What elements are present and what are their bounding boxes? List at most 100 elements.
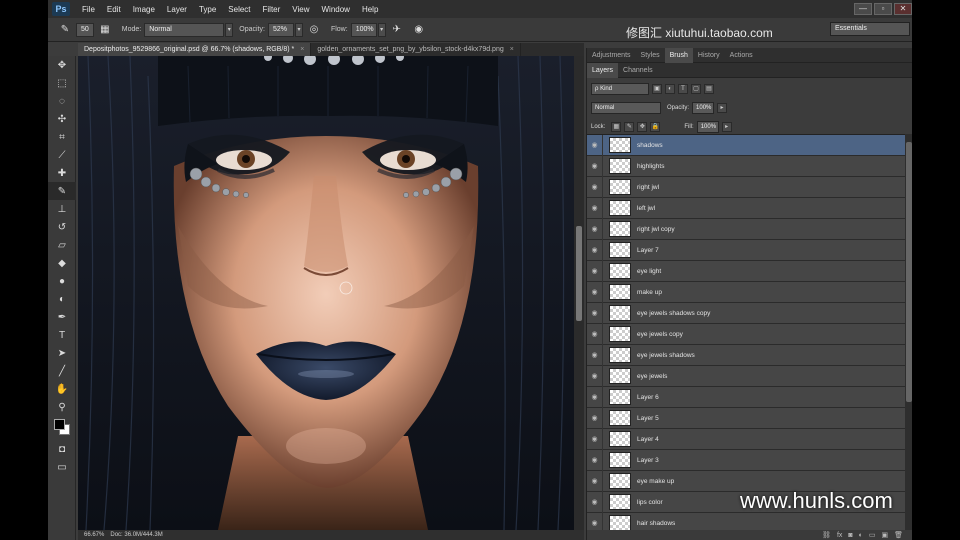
lock-all-icon[interactable]: 🔒 [650, 122, 661, 132]
zoom-level[interactable]: 66.67% [84, 532, 104, 538]
visibility-eye-icon[interactable]: ◉ [587, 302, 603, 324]
document-tab-active[interactable]: Depositphotos_9529866_original.psd @ 66.… [78, 43, 312, 56]
menu-type[interactable]: Type [199, 5, 216, 14]
brush-tool-icon[interactable]: ✎ [48, 182, 76, 200]
menu-select[interactable]: Select [228, 5, 250, 14]
color-swatches[interactable] [48, 416, 76, 440]
brush-preset-icon[interactable]: ✎ [57, 22, 73, 38]
foreground-color[interactable] [54, 419, 65, 430]
visibility-eye-icon[interactable]: ◉ [587, 365, 603, 387]
visibility-eye-icon[interactable]: ◉ [587, 323, 603, 345]
layer-row[interactable]: ◉ eye jewels shadows copy [587, 302, 905, 324]
visibility-eye-icon[interactable]: ◉ [587, 176, 603, 198]
paint-bucket-tool-icon[interactable]: ◆ [48, 254, 76, 272]
layers-scrollbar[interactable] [905, 134, 912, 532]
visibility-eye-icon[interactable]: ◉ [587, 155, 603, 177]
workspace-switcher[interactable]: Essentials [830, 22, 910, 36]
visibility-eye-icon[interactable]: ◉ [587, 135, 603, 156]
dodge-tool-icon[interactable]: ◐ [48, 290, 76, 308]
marquee-tool-icon[interactable]: ⬚ [48, 74, 76, 92]
layer-row[interactable]: ◉ right jwl copy [587, 218, 905, 240]
visibility-eye-icon[interactable]: ◉ [587, 386, 603, 408]
layer-row[interactable]: ◉ left jwl [587, 197, 905, 219]
clone-stamp-tool-icon[interactable]: ⊥ [48, 200, 76, 218]
path-select-tool-icon[interactable]: ➤ [48, 344, 76, 362]
menu-filter[interactable]: Filter [263, 5, 281, 14]
airbrush-icon[interactable]: ✈ [389, 22, 405, 38]
hand-tool-icon[interactable]: ✋ [48, 380, 76, 398]
move-tool-icon[interactable]: ✥ [48, 56, 76, 74]
folder-icon[interactable]: ▭ [869, 531, 876, 539]
document-tab[interactable]: golden_ornaments_set_png_by_ybsilon_stoc… [311, 43, 521, 56]
tab-adjustments[interactable]: Adjustments [587, 48, 636, 63]
visibility-eye-icon[interactable]: ◉ [587, 491, 603, 513]
brush-size-picker[interactable]: 50 [76, 22, 94, 37]
type-filter-icon[interactable]: T [678, 84, 688, 94]
tab-styles[interactable]: Styles [636, 48, 665, 63]
close-button[interactable]: ✕ [894, 3, 912, 15]
opacity-slider-toggle[interactable]: ▾ [294, 22, 303, 37]
visibility-eye-icon[interactable]: ◉ [587, 260, 603, 282]
tab-actions[interactable]: Actions [725, 48, 758, 63]
layer-row[interactable]: ◉ eye light [587, 260, 905, 282]
layer-row[interactable]: ◉ Layer 3 [587, 449, 905, 471]
layer-row[interactable]: ◉ Layer 5 [587, 407, 905, 429]
menu-help[interactable]: Help [362, 5, 378, 14]
zoom-tool-icon[interactable]: ⚲ [48, 398, 76, 416]
lock-transparent-icon[interactable]: ▦ [611, 122, 622, 132]
layer-row[interactable]: ◉ shadows [587, 135, 905, 156]
blend-mode-select[interactable]: Normal [591, 102, 661, 114]
restore-button[interactable]: ▫ [874, 3, 892, 15]
fx-icon[interactable]: fx [837, 532, 842, 539]
pixel-filter-icon[interactable]: ▣ [652, 84, 662, 94]
new-layer-icon[interactable]: ▣ [881, 531, 888, 539]
layers-scroll-thumb[interactable] [906, 142, 912, 402]
visibility-eye-icon[interactable]: ◉ [587, 470, 603, 492]
doc-size[interactable]: Doc: 36.0M/444.3M [110, 532, 162, 538]
canvas-vertical-scrollbar[interactable] [574, 56, 584, 530]
layer-row[interactable]: ◉ Layer 7 [587, 239, 905, 261]
layer-row[interactable]: ◉ Layer 6 [587, 386, 905, 408]
shape-filter-icon[interactable]: ▢ [691, 84, 701, 94]
visibility-eye-icon[interactable]: ◉ [587, 281, 603, 303]
brush-panel-toggle-icon[interactable]: ▦ [97, 22, 113, 38]
minimize-button[interactable]: — [854, 3, 872, 15]
tab-channels[interactable]: Channels [618, 63, 658, 78]
document-canvas[interactable] [78, 56, 574, 530]
tab-layers[interactable]: Layers [587, 63, 619, 78]
mask-icon[interactable]: ◙ [848, 532, 852, 539]
layer-row[interactable]: ◉ highlights [587, 155, 905, 177]
fill-input[interactable]: 100% [696, 121, 719, 133]
quick-select-tool-icon[interactable]: ✣ [48, 110, 76, 128]
visibility-eye-icon[interactable]: ◉ [587, 344, 603, 366]
mode-select[interactable]: Normal [144, 22, 225, 37]
tab-brush[interactable]: Brush [664, 48, 693, 63]
visibility-eye-icon[interactable]: ◉ [587, 197, 603, 219]
type-tool-icon[interactable]: T [48, 326, 76, 344]
opacity-input[interactable]: 52% [267, 22, 294, 37]
mode-dropdown-icon[interactable]: ▾ [225, 22, 234, 37]
flow-slider-toggle[interactable]: ▾ [377, 22, 386, 37]
menu-layer[interactable]: Layer [167, 5, 187, 14]
screen-mode-icon[interactable]: ▭ [48, 458, 76, 476]
visibility-eye-icon[interactable]: ◉ [587, 449, 603, 471]
visibility-eye-icon[interactable]: ◉ [587, 239, 603, 261]
adjustment-filter-icon[interactable]: ◐ [665, 84, 675, 94]
quick-mask-icon[interactable]: ◘ [48, 440, 76, 458]
eraser-tool-icon[interactable]: ▱ [48, 236, 76, 254]
layer-row[interactable]: ◉ eye jewels [587, 365, 905, 387]
menu-edit[interactable]: Edit [107, 5, 121, 14]
layer-row[interactable]: ◉ eye jewels copy [587, 323, 905, 345]
pressure-size-icon[interactable]: ◉ [411, 22, 427, 38]
menu-file[interactable]: File [82, 5, 95, 14]
blur-tool-icon[interactable]: ● [48, 272, 76, 290]
layer-row[interactable]: ◉ Layer 4 [587, 428, 905, 450]
visibility-eye-icon[interactable]: ◉ [587, 218, 603, 240]
close-tab-icon[interactable]: × [300, 46, 304, 53]
adjustment-icon[interactable]: ◐ [859, 532, 863, 539]
smart-object-filter-icon[interactable]: ▤ [704, 84, 714, 94]
visibility-eye-icon[interactable]: ◉ [587, 407, 603, 429]
lasso-tool-icon[interactable]: ◌ [48, 92, 76, 110]
scroll-thumb[interactable] [576, 226, 582, 321]
menu-image[interactable]: Image [133, 5, 155, 14]
